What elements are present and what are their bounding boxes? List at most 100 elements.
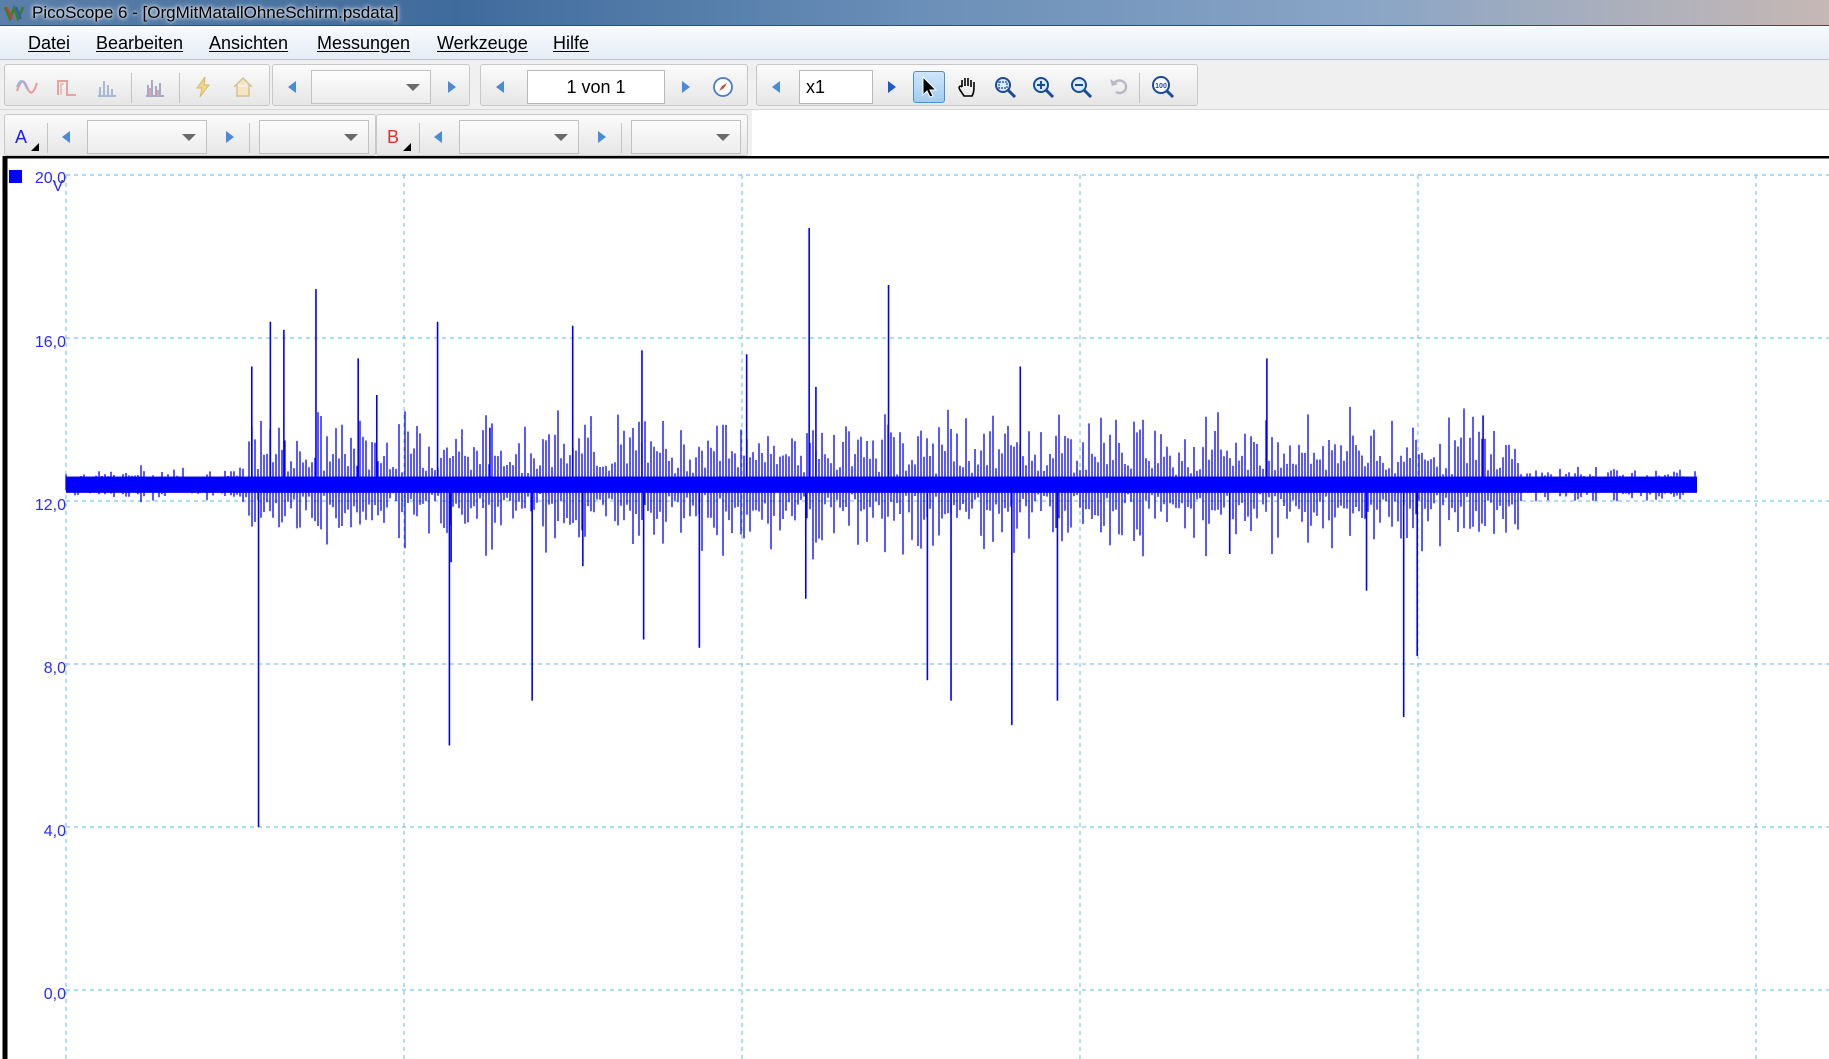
persistence-mode-icon (57, 80, 76, 96)
chevron-right-icon (448, 81, 456, 93)
channel-a-range-dropdown[interactable] (87, 120, 207, 154)
channel-a-coupling-dropdown[interactable] (259, 120, 369, 154)
channel-b-coupling-dropdown[interactable] (631, 120, 741, 154)
buffer-next-button[interactable] (673, 73, 699, 101)
compass-icon (713, 77, 733, 97)
spectrum-mode-icon (98, 81, 116, 97)
y-tick-label: 16,0 (35, 334, 66, 351)
zoom-factor-next-button[interactable] (879, 73, 905, 101)
mode-toolbar-group (4, 64, 270, 106)
chevron-down-icon (716, 134, 730, 141)
scope-view[interactable]: 20,0 16,0 12,0 8,0 4,0 0,0 V (0, 156, 1829, 1059)
y-tick-label: 12,0 (35, 497, 66, 514)
channel-b-range-prev-button[interactable] (425, 123, 451, 151)
menu-messungen[interactable]: Messungen (317, 33, 410, 54)
channel-toolbar: A B (0, 110, 752, 156)
toolbar-separator (621, 123, 622, 153)
buffer-prev-button[interactable] (487, 73, 513, 101)
timebase-next-button[interactable] (439, 73, 465, 101)
plot-background (0, 156, 1829, 1059)
menu-bar: Datei Bearbeiten Ansichten Messungen Wer… (0, 26, 1829, 60)
automotive-icon (196, 76, 210, 98)
chevron-down-icon (554, 134, 568, 141)
chevron-right-icon (598, 131, 606, 143)
toolbar-separator (419, 123, 420, 153)
y-tick-label: 8,0 (44, 660, 66, 677)
zoom-factor-display[interactable]: x1 (799, 70, 873, 104)
spectrum-persistence-button[interactable] (139, 71, 171, 103)
menu-werkzeuge[interactable]: Werkzeuge (437, 33, 528, 54)
menu-bearbeiten[interactable]: Bearbeiten (96, 33, 183, 54)
chevron-right-icon (888, 81, 896, 93)
y-unit-label: V (53, 178, 64, 195)
zoom-area-icon (995, 77, 1017, 99)
chevron-down-icon (406, 84, 420, 91)
zoom-in-button[interactable] (1027, 71, 1059, 103)
toolbar-separator (179, 73, 180, 103)
chevron-left-icon (434, 131, 442, 143)
chevron-left-icon (772, 81, 780, 93)
channel-a-options-icon[interactable] (31, 143, 39, 151)
zoom-tools-group: x1 100 (756, 64, 1198, 106)
timebase-dropdown[interactable] (311, 70, 431, 104)
pointer-tool-button[interactable] (913, 71, 945, 103)
zoom-area-button[interactable] (989, 71, 1021, 103)
buffer-index-display[interactable]: 1 von 1 (527, 70, 665, 104)
channel-a-marker (9, 170, 22, 183)
zoom-out-button[interactable] (1065, 71, 1097, 103)
chevron-left-icon (62, 131, 70, 143)
timebase-group (272, 64, 470, 106)
channel-b-range-next-button[interactable] (589, 123, 615, 151)
zoom-100-icon: 100 (1152, 76, 1175, 99)
automotive-button[interactable] (187, 71, 219, 103)
timebase-prev-button[interactable] (279, 73, 305, 101)
channel-b-options-icon[interactable] (403, 143, 411, 151)
zoom-in-icon (1033, 77, 1055, 99)
toolbar-separator (1139, 73, 1140, 103)
title-bar: PicoScope 6 - [OrgMitMatallOhneSchirm.ps… (0, 0, 1829, 26)
home-icon (233, 76, 253, 97)
scope-mode-button[interactable] (11, 71, 43, 103)
channel-a-range-next-button[interactable] (217, 123, 243, 151)
zoom-factor-prev-button[interactable] (763, 73, 789, 101)
channel-b-button[interactable]: B (387, 127, 399, 148)
y-tick-label: 4,0 (44, 823, 66, 840)
svg-text:100: 100 (1155, 83, 1167, 90)
channel-a-button[interactable]: A (15, 127, 27, 148)
channel-b-range-dropdown[interactable] (459, 120, 579, 154)
channel-b-group: B (376, 114, 748, 156)
spectrum-persistence-icon (146, 80, 164, 97)
buffer-navigation-group: 1 von 1 (480, 64, 748, 106)
scope-mode-icon (16, 80, 38, 94)
undo-zoom-icon (1110, 79, 1128, 95)
zoom-100-button[interactable]: 100 (1147, 71, 1179, 103)
home-button[interactable] (227, 71, 259, 103)
toolbar-separator (249, 123, 250, 153)
menu-ansichten[interactable]: Ansichten (209, 33, 288, 54)
chevron-left-icon (288, 81, 296, 93)
pointer-icon (922, 75, 938, 98)
menu-datei[interactable]: Datei (28, 33, 70, 54)
chevron-down-icon (182, 134, 196, 141)
window-title: PicoScope 6 - [OrgMitMatallOhneSchirm.ps… (32, 3, 399, 22)
picoscope-app-icon (4, 5, 25, 21)
channel-a-group: A (4, 114, 376, 156)
main-toolbar: 1 von 1 x1 100 (0, 60, 1829, 110)
toolbar-separator (131, 73, 132, 103)
undo-zoom-button[interactable] (1103, 71, 1135, 103)
chevron-right-icon (682, 81, 690, 93)
chevron-left-icon (496, 81, 504, 93)
spectrum-mode-button[interactable] (91, 71, 123, 103)
channel-a-range-prev-button[interactable] (53, 123, 79, 151)
menu-hilfe[interactable]: Hilfe (553, 33, 589, 54)
hand-tool-button[interactable] (951, 71, 983, 103)
y-tick-label: 0,0 (44, 986, 66, 1003)
persistence-mode-button[interactable] (51, 71, 83, 103)
scope-plot[interactable]: 20,0 16,0 12,0 8,0 4,0 0,0 V (0, 156, 1829, 1059)
buffer-navigator-button[interactable] (707, 71, 739, 103)
chevron-down-icon (344, 134, 358, 141)
chevron-right-icon (226, 131, 234, 143)
toolbar-separator (47, 123, 48, 153)
hand-pan-icon (958, 78, 975, 97)
zoom-out-icon (1071, 77, 1093, 99)
